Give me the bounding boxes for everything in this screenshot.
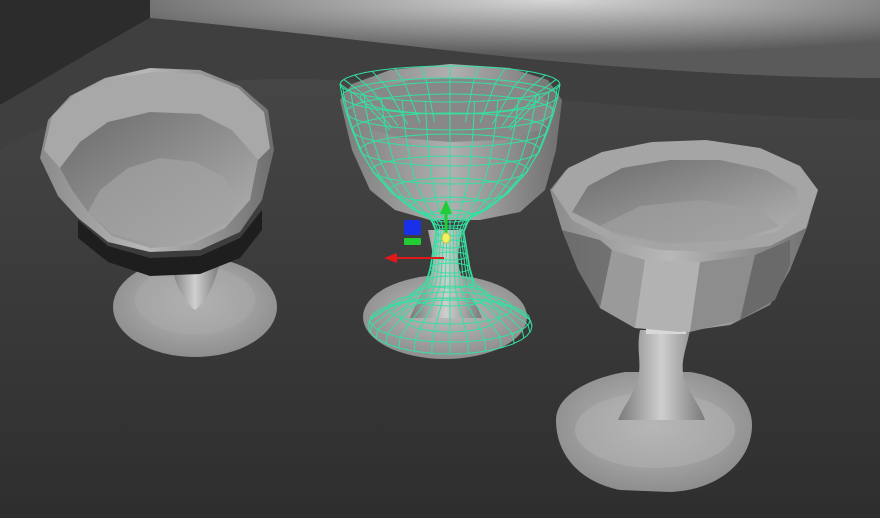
z-axis-handle-icon[interactable]	[404, 220, 421, 235]
pivot-point-icon[interactable]	[441, 232, 451, 244]
plane-handle-icon[interactable]	[404, 238, 421, 245]
goblet-right-facet-3	[635, 260, 700, 332]
viewport-canvas[interactable]	[0, 0, 880, 518]
3d-viewport[interactable]	[0, 0, 880, 518]
